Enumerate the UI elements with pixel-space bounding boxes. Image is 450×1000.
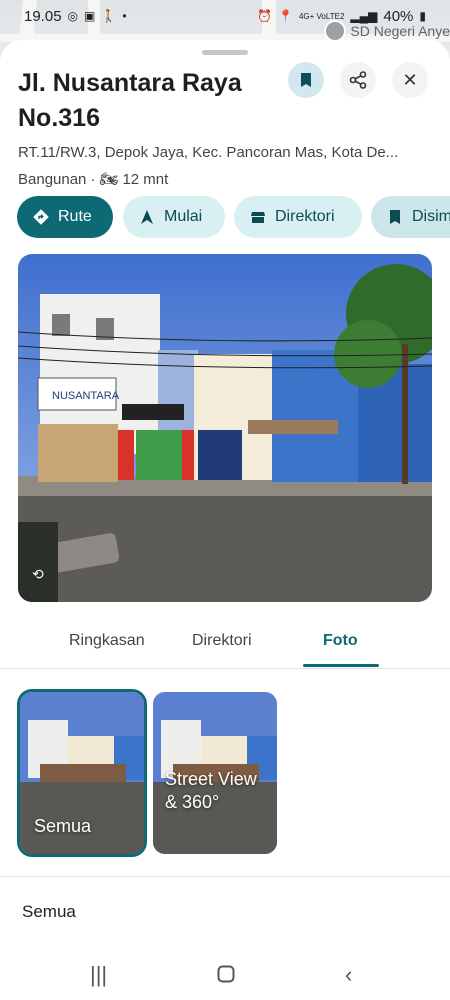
place-tabs: Ringkasan Direktori Foto [0,620,450,668]
battery-percent: 40% [383,7,414,25]
alarm-icon: ⏰ [257,9,272,23]
tab-foto[interactable]: Foto [323,632,358,650]
photo-category-street-view[interactable]: Street View & 360° [153,692,277,854]
close-icon: ✕ [402,69,418,90]
action-chips: Rute Mulai Direktori Disim [0,196,450,242]
system-navigation-bar: ||| ‹ [0,950,450,1000]
status-right: ⏰ 📍 4G+ VoLTE2 ▂▄▆ 40% ▮ [257,8,426,25]
more-dot-icon: • [122,9,127,23]
signal-icon: ▂▄▆ [350,9,378,23]
battery-icon: ▮ [419,9,426,23]
section-divider [0,876,450,877]
travel-time: 12 mnt [122,170,169,188]
place-title: Jl. Nusantara Raya No.316 [18,69,242,132]
thumbnail-label: Street View & 360° [165,769,257,812]
tabs-divider [0,668,450,669]
back-icon[interactable]: ‹ [345,962,352,988]
sheet-drag-handle[interactable] [202,50,248,55]
directions-icon [33,209,49,225]
route-button[interactable]: Rute [17,196,113,238]
notification-icon: ▣ [84,9,96,23]
signal-text: 4G+ VoLTE2 [298,11,345,21]
bookmark-icon [301,73,311,87]
active-tab-indicator [303,664,379,667]
status-bar: 19.05 ◎ ▣ 🚶 • ⏰ 📍 4G+ VoLTE2 ▂▄▆ 40% ▮ [0,4,450,28]
place-category: Bangunan [18,170,87,188]
walking-icon: 🚶 [101,9,117,23]
clock: 19.05 [24,7,62,25]
shop-sign-text: NUSANTARA [52,390,120,402]
place-meta: Bangunan · 🏍 12 mnt [18,170,169,189]
store-icon [251,212,265,223]
street-view-360-icon[interactable]: ⟲ [32,566,44,583]
motorcycle-icon: 🏍 [99,171,119,188]
status-left: 19.05 ◎ ▣ 🚶 • [24,8,127,25]
bookmark-icon [390,210,400,224]
save-button[interactable] [288,62,324,98]
navigation-arrow-icon [141,210,153,224]
directory-button[interactable]: Direktori [234,196,362,238]
home-icon[interactable] [217,965,235,983]
tab-direktori[interactable]: Direktori [192,632,252,650]
location-icon: 📍 [278,9,293,23]
street-view-photo[interactable]: NUSANTARA ⟲ [18,254,432,602]
thumbnail-label: Semua [34,816,92,836]
photo-category-all[interactable]: Semua [20,692,144,854]
photos-section-title: Semua [22,902,76,921]
whatsapp-icon: ◎ [67,9,79,23]
place-address: RT.11/RW.3, Depok Jaya, Kec. Pancoran Ma… [18,144,399,161]
share-button[interactable] [340,62,376,98]
share-icon [349,71,367,89]
recent-apps-icon[interactable]: ||| [90,962,107,988]
street-view-image: NUSANTARA [18,254,432,602]
save-chip-button[interactable]: Disim [371,196,450,238]
close-button[interactable]: ✕ [392,62,428,98]
tab-ringkasan[interactable]: Ringkasan [69,632,145,650]
place-bottom-sheet: Jl. Nusantara Raya No.316 ✕ RT.11/RW.3, … [0,40,450,1000]
start-navigation-button[interactable]: Mulai [123,196,225,238]
